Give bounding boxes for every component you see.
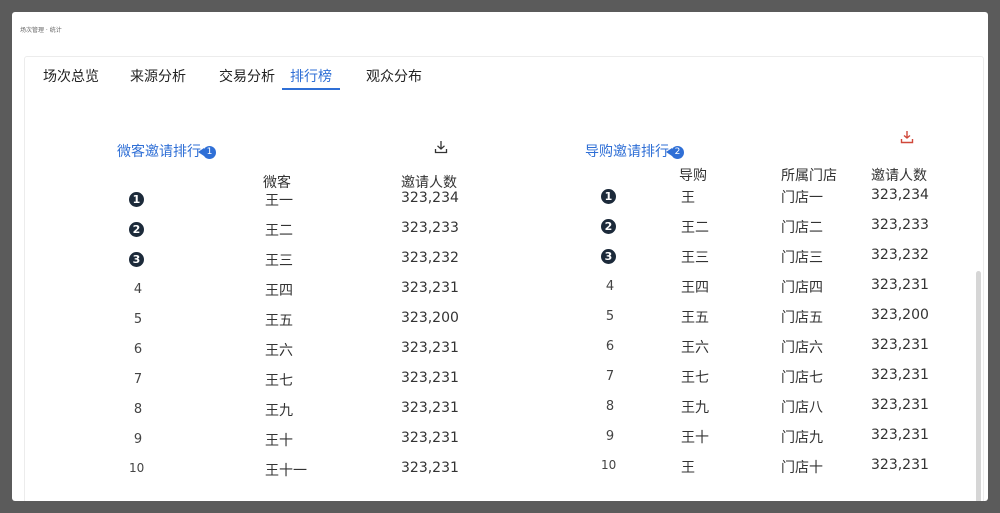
callout-badge: 2: [666, 145, 684, 159]
rank-store: 门店七: [781, 370, 823, 386]
ranking-row: 6 王六 门店六 323,231: [25, 337, 929, 365]
rank-store: 门店十: [781, 460, 823, 476]
rank-medal-badge: 1: [601, 189, 616, 204]
ranking-row: 3 王三 门店三 323,232: [25, 247, 929, 275]
rank-store: 门店一: [781, 190, 823, 206]
tab-overview[interactable]: 场次总览: [43, 66, 99, 86]
tab-transaction-analysis[interactable]: 交易分析: [219, 66, 275, 86]
rank-number: 10: [601, 458, 617, 472]
rank-invite-count: 323,231: [871, 457, 929, 473]
rank-name: 王七: [681, 370, 709, 386]
rank-invite-count: 323,200: [871, 307, 929, 323]
section-title-text: 微客邀请排行: [117, 144, 201, 160]
download-icon[interactable]: [433, 139, 449, 155]
scrollbar[interactable]: [975, 93, 983, 501]
rank-medal-badge: 2: [601, 219, 616, 234]
tab-ranking[interactable]: 排行榜: [290, 66, 332, 86]
column-header-invite-count: 邀请人数: [871, 168, 927, 184]
rank-invite-count: 323,231: [871, 397, 929, 413]
rank-name: 王十: [681, 430, 709, 446]
download-icon[interactable]: [899, 129, 915, 145]
rank-store: 门店二: [781, 220, 823, 236]
rank-name: 王六: [681, 340, 709, 356]
rank-store: 门店八: [781, 400, 823, 416]
wechat-invite-ranking-title: 微客邀请排行 1: [117, 141, 216, 161]
rank-name: 王三: [681, 250, 709, 266]
rank-store: 门店九: [781, 430, 823, 446]
rank-medal-badge: 3: [601, 249, 616, 264]
guide-invite-ranking-title: 导购邀请排行 2: [585, 141, 684, 161]
active-tab-indicator: [282, 88, 340, 90]
rank-invite-count: 323,233: [871, 217, 929, 233]
rank-invite-count: 323,231: [871, 337, 929, 353]
scrollbar-thumb[interactable]: [976, 271, 981, 501]
rank-number: 6: [605, 339, 615, 354]
tab-audience-distribution[interactable]: 观众分布: [366, 66, 422, 86]
ranking-row: 1 王 门店一 323,234: [25, 187, 929, 215]
rank-number: 4: [605, 279, 615, 294]
rank-invite-count: 323,234: [871, 187, 929, 203]
callout-badge: 1: [198, 145, 216, 159]
rank-store: 门店六: [781, 340, 823, 356]
ranking-row: 7 王七 门店七 323,231: [25, 367, 929, 395]
rank-store: 门店五: [781, 310, 823, 326]
rank-number: 7: [605, 369, 615, 384]
app-window: 场次管理 · 统计 场次总览 来源分析 交易分析 排行榜 观众分布 微客邀请排行…: [12, 12, 988, 501]
section-title-text: 导购邀请排行: [585, 144, 669, 160]
stats-panel: 场次总览 来源分析 交易分析 排行榜 观众分布 微客邀请排行 1 微客 邀请人数 …: [24, 56, 984, 501]
rank-name: 王四: [681, 280, 709, 296]
tab-bar: 场次总览 来源分析 交易分析 排行榜 观众分布: [25, 57, 983, 91]
rank-invite-count: 323,232: [871, 247, 929, 263]
rank-name: 王二: [681, 220, 709, 236]
ranking-row: 10 王 门店十 323,231: [25, 457, 929, 485]
rank-invite-count: 323,231: [871, 277, 929, 293]
rank-number: 5: [605, 309, 615, 324]
column-header-store: 所属门店: [781, 168, 837, 184]
rank-number: 9: [605, 429, 615, 444]
breadcrumb: 场次管理 · 统计: [20, 27, 62, 34]
ranking-row: 9 王十 门店九 323,231: [25, 427, 929, 455]
tab-source-analysis[interactable]: 来源分析: [130, 66, 186, 86]
rank-invite-count: 323,231: [871, 427, 929, 443]
ranking-row: 5 王五 门店五 323,200: [25, 307, 929, 335]
rank-store: 门店三: [781, 250, 823, 266]
rank-number: 8: [605, 399, 615, 414]
rank-name: 王: [681, 460, 695, 476]
rank-name: 王九: [681, 400, 709, 416]
column-header-guide: 导购: [679, 168, 707, 184]
rank-store: 门店四: [781, 280, 823, 296]
ranking-row: 2 王二 门店二 323,233: [25, 217, 929, 245]
ranking-row: 4 王四 门店四 323,231: [25, 277, 929, 305]
rank-name: 王五: [681, 310, 709, 326]
ranking-row: 8 王九 门店八 323,231: [25, 397, 929, 425]
rank-name: 王: [681, 190, 695, 206]
rank-invite-count: 323,231: [871, 367, 929, 383]
